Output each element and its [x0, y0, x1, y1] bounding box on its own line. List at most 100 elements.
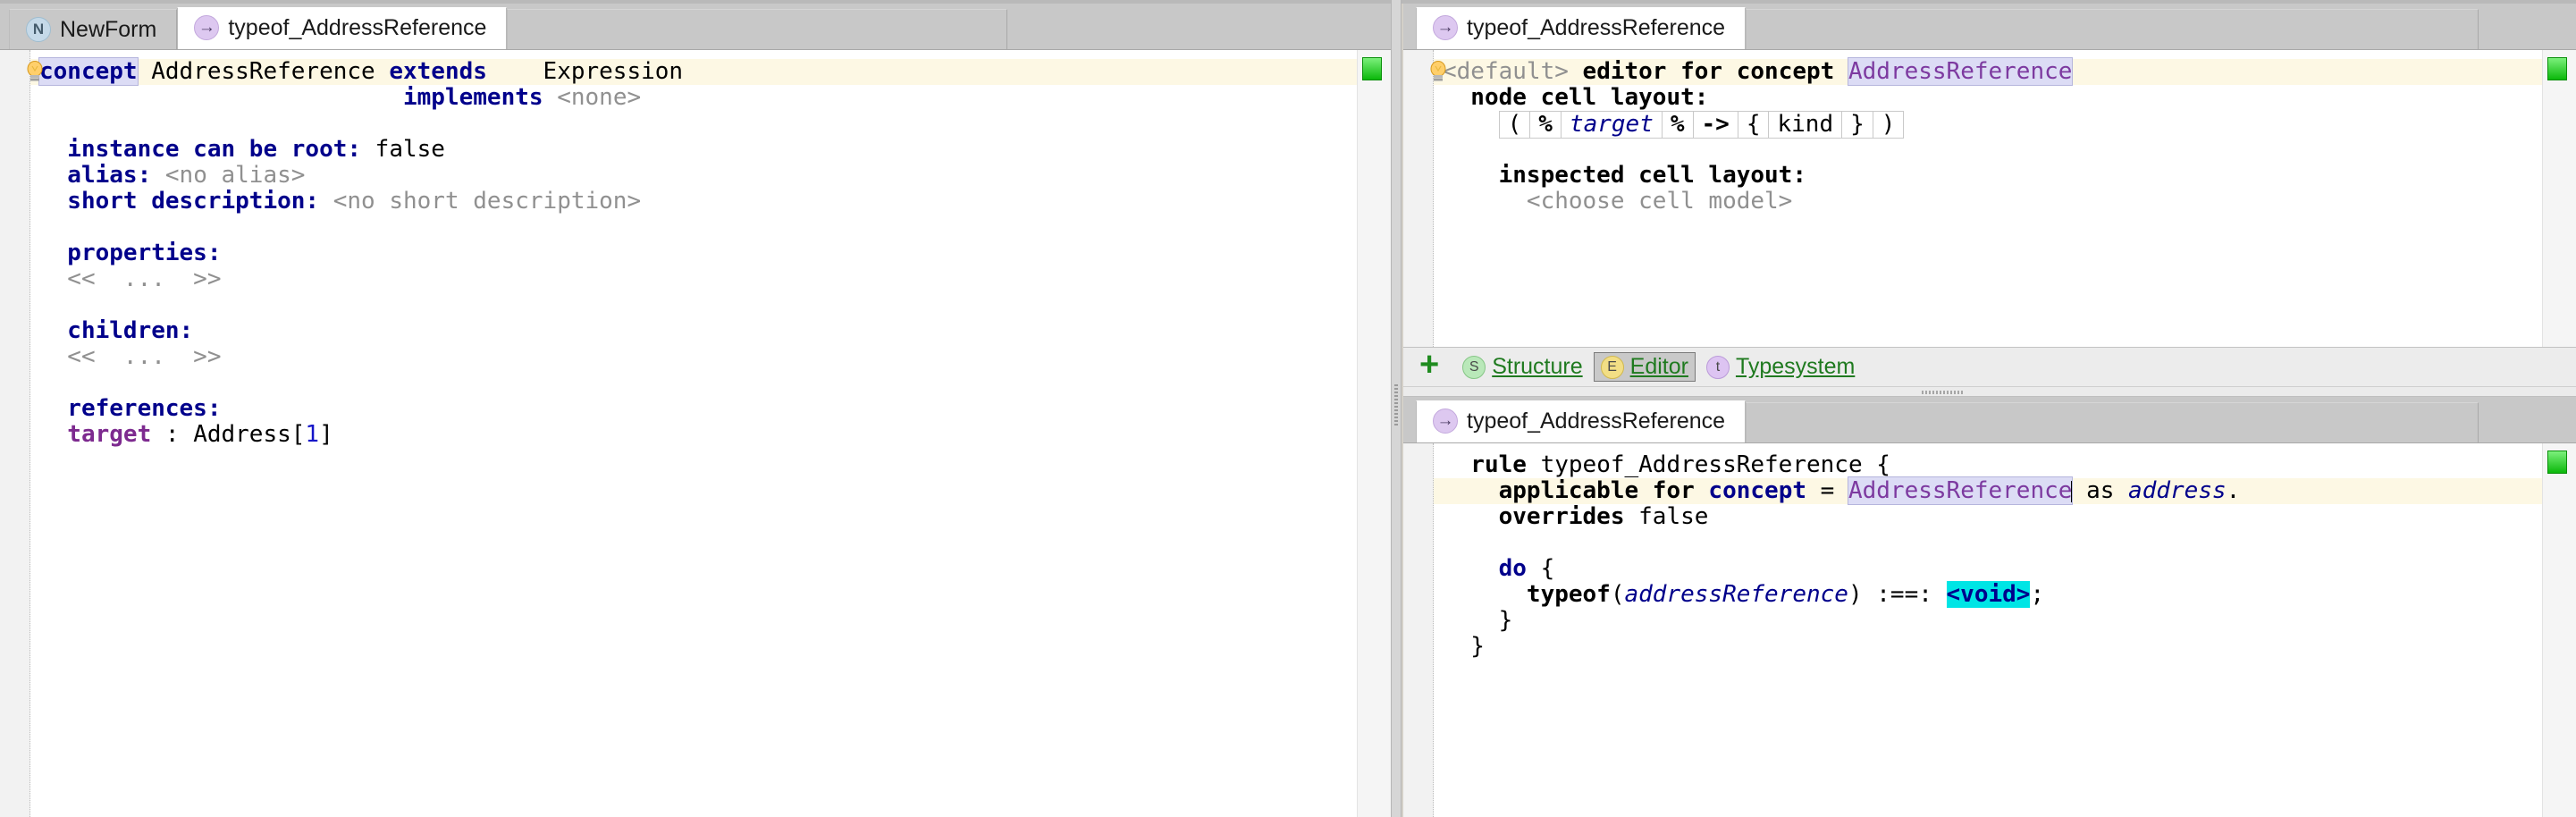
code-token[interactable]: } [1443, 607, 1513, 634]
editor-aspect-editor[interactable]: <default> editor for concept AddressRefe… [1403, 50, 2576, 347]
code-token[interactable] [151, 162, 165, 189]
code-line[interactable]: (% target% ->{kind}) [1434, 111, 2542, 139]
code-line[interactable]: references: [30, 396, 1357, 422]
code-token[interactable] [319, 188, 333, 215]
code-token[interactable]: false [361, 136, 445, 163]
error-stripe[interactable] [2542, 50, 2576, 347]
code-token[interactable]: applicable for [1443, 477, 1708, 504]
intention-bulb-icon[interactable] [25, 61, 45, 82]
code-line[interactable]: short description: <no short description… [30, 189, 1357, 215]
code-token[interactable]: typeof_AddressReference { [1527, 451, 1890, 478]
cell-layout-row[interactable]: (% target% ->{kind}) [1498, 111, 1905, 139]
code-token[interactable]: editor for concept [1569, 58, 1848, 85]
code-line[interactable] [30, 111, 1357, 137]
code-token[interactable]: AddressReference [1847, 57, 2074, 86]
cell-layout-token[interactable]: { [1738, 112, 1770, 138]
code-token[interactable] [543, 84, 558, 111]
error-stripe[interactable] [1357, 50, 1391, 817]
code-token[interactable]: node cell layout: [1443, 84, 1708, 111]
tab-newform[interactable]: N NewForm [9, 9, 178, 49]
code-line[interactable] [1434, 530, 2542, 556]
code-line[interactable]: applicable for concept = AddressReferenc… [1434, 476, 2542, 505]
code-line[interactable]: do { [1434, 556, 2542, 582]
code-token[interactable]: = [1806, 477, 1848, 504]
cell-layout-token[interactable]: -> [1694, 112, 1738, 138]
cell-layout-token[interactable]: ) [1873, 112, 1905, 138]
code-token[interactable]: <no short description> [333, 188, 641, 215]
error-stripe[interactable] [2542, 443, 2576, 817]
code-token[interactable]: instance can be root: [39, 136, 361, 163]
code-line[interactable] [1434, 137, 2542, 163]
code-line[interactable]: children: [30, 318, 1357, 344]
code-token[interactable]: extends [389, 58, 487, 85]
code-line[interactable] [30, 215, 1357, 240]
cell-layout-token[interactable]: kind [1769, 112, 1843, 138]
code-token[interactable]: rule [1443, 451, 1527, 478]
code-token[interactable]: implements [403, 84, 543, 111]
vertical-splitter[interactable] [1391, 0, 1402, 817]
code-token[interactable]: addressReference [1625, 581, 1848, 608]
code-line[interactable]: alias: <no alias> [30, 163, 1357, 189]
code-token[interactable] [39, 84, 403, 111]
code-line[interactable]: inspected cell layout: [1434, 163, 2542, 189]
code-line[interactable]: << ... >> [30, 344, 1357, 370]
code-token[interactable]: properties: [39, 240, 221, 266]
code-token[interactable]: . [2227, 477, 2241, 504]
add-aspect-button[interactable]: + [1416, 348, 1452, 387]
cell-layout-token[interactable]: target [1562, 112, 1663, 138]
tab-typeof-addressreference-rule[interactable]: → typeof_AddressReference [1416, 400, 1747, 442]
code-token[interactable]: address [2128, 477, 2227, 504]
cell-layout-token[interactable]: % [1530, 112, 1562, 138]
code-token[interactable]: << ... >> [39, 343, 221, 370]
editor-code-area[interactable]: <default> editor for concept AddressRefe… [1430, 50, 2542, 215]
code-token[interactable]: 1 [305, 421, 319, 448]
code-token[interactable]: target [39, 421, 151, 448]
code-token[interactable]: AddressReference [138, 58, 390, 85]
code-token[interactable]: alias: [39, 162, 151, 189]
tab-typeof-addressreference[interactable]: → typeof_AddressReference [177, 7, 508, 49]
code-token[interactable]: false [1625, 503, 1708, 530]
code-token[interactable]: concept [38, 57, 139, 86]
code-line[interactable]: << ... >> [30, 266, 1357, 292]
code-line[interactable]: properties: [30, 240, 1357, 266]
code-line[interactable] [30, 370, 1357, 396]
horizontal-splitter[interactable] [1403, 386, 2576, 397]
cell-layout-token[interactable]: ( [1500, 112, 1531, 138]
code-token[interactable]: << ... >> [39, 265, 221, 292]
code-token[interactable]: ] [319, 421, 333, 448]
code-line[interactable]: node cell layout: [1434, 85, 2542, 111]
code-token[interactable]: <void> [1946, 581, 2031, 608]
aspect-tab-typesystem[interactable]: t Typesystem [1699, 352, 1862, 382]
code-token[interactable]: do [1443, 555, 1527, 582]
code-line[interactable]: overrides false [1434, 504, 2542, 530]
code-token[interactable]: Expression [487, 58, 684, 85]
code-token[interactable]: short description: [39, 188, 319, 215]
code-token[interactable]: children: [39, 317, 193, 344]
code-token[interactable]: inspected cell layout: [1443, 162, 1806, 189]
code-token[interactable]: references: [39, 395, 221, 422]
code-line[interactable]: <choose cell model> [1434, 189, 2542, 215]
code-line[interactable]: } [1434, 634, 2542, 660]
code-token[interactable]: concept [1708, 477, 1806, 504]
code-token[interactable]: <no alias> [165, 162, 306, 189]
code-line[interactable]: rule typeof_AddressReference { [1434, 452, 2542, 478]
code-line[interactable]: typeof(addressReference) :==: <void>; [1434, 581, 2542, 608]
editor-code-area[interactable]: concept AddressReference extends Express… [27, 50, 1357, 448]
code-line[interactable]: implements <none> [30, 85, 1357, 111]
code-token[interactable]: ( [1611, 581, 1625, 608]
code-token[interactable]: <none> [557, 84, 641, 111]
code-token[interactable]: overrides [1443, 503, 1625, 530]
intention-bulb-icon[interactable] [1428, 61, 1448, 82]
code-token[interactable]: typeof [1443, 581, 1611, 608]
cell-layout-token[interactable]: } [1842, 112, 1873, 138]
code-line[interactable]: instance can be root: false [30, 137, 1357, 163]
code-token[interactable]: ; [2030, 581, 2044, 608]
code-token[interactable]: { [1527, 555, 1555, 582]
code-token[interactable]: AddressReference [1847, 476, 2074, 505]
editor-code-area[interactable]: rule typeof_AddressReference { applicabl… [1434, 443, 2542, 660]
code-line[interactable]: concept AddressReference extends Express… [27, 57, 1357, 86]
code-token[interactable]: <default> [1443, 58, 1569, 85]
code-line[interactable]: target : Address[1] [30, 422, 1357, 448]
concept-structure-editor[interactable]: concept AddressReference extends Express… [0, 50, 1391, 817]
code-token[interactable]: <choose cell model> [1443, 188, 1792, 215]
